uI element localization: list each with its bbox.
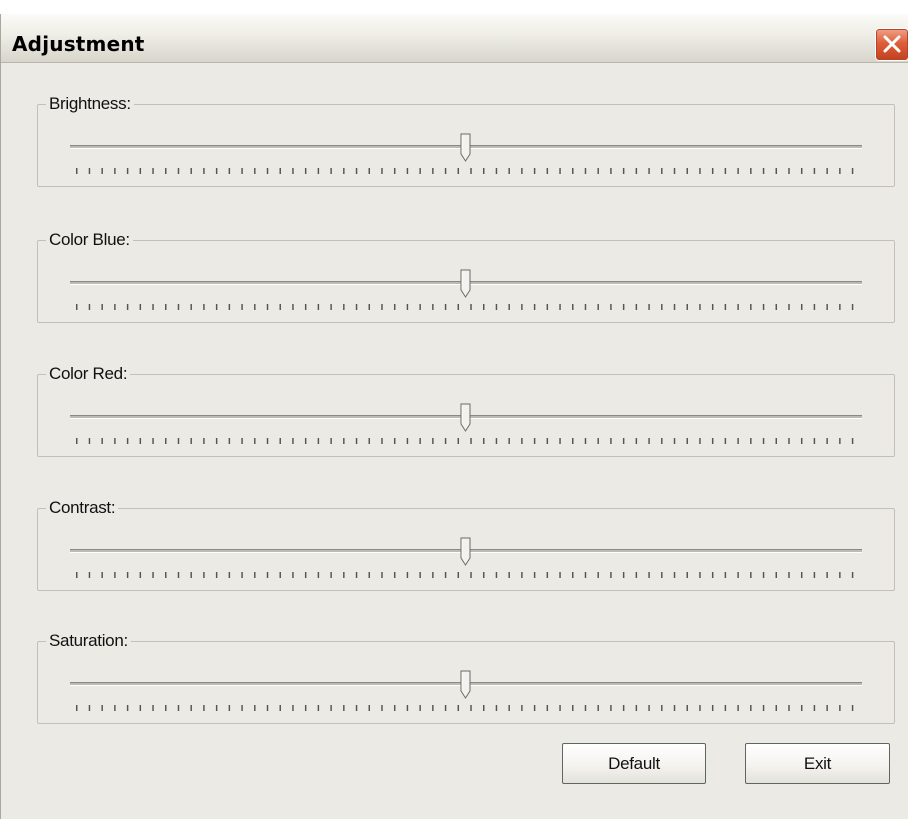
- title-bar[interactable]: Adjustment: [1, 14, 908, 63]
- color-red-slider-ticks: [76, 438, 858, 446]
- brightness-group: Brightness:: [37, 94, 895, 187]
- color-blue-slider-thumb[interactable]: [460, 269, 471, 298]
- saturation-group: Saturation:: [37, 631, 895, 724]
- contrast-label: Contrast:: [46, 498, 119, 518]
- color-blue-slider-ticks: [76, 304, 858, 312]
- saturation-slider-ticks: [76, 705, 858, 713]
- brightness-slider-thumb[interactable]: [460, 133, 471, 162]
- close-icon: [883, 35, 901, 53]
- brightness-label: Brightness:: [46, 94, 134, 114]
- default-button[interactable]: Default: [562, 743, 706, 784]
- color-red-label: Color Red:: [46, 364, 131, 384]
- color-blue-group: Color Blue:: [37, 230, 895, 323]
- saturation-slider-thumb[interactable]: [460, 670, 471, 699]
- color-red-group: Color Red:: [37, 364, 895, 457]
- contrast-slider-thumb[interactable]: [460, 537, 471, 566]
- brightness-slider-ticks: [76, 168, 858, 176]
- color-red-slider-thumb[interactable]: [460, 403, 471, 432]
- close-button[interactable]: [875, 28, 908, 61]
- contrast-group: Contrast:: [37, 498, 895, 591]
- exit-button[interactable]: Exit: [745, 743, 890, 784]
- color-blue-label: Color Blue:: [46, 230, 133, 250]
- adjustment-dialog: Adjustment Brightness: Color Blue: Color…: [0, 14, 908, 819]
- contrast-slider-ticks: [76, 572, 858, 580]
- window-title: Adjustment: [12, 32, 145, 56]
- saturation-label: Saturation:: [46, 631, 131, 651]
